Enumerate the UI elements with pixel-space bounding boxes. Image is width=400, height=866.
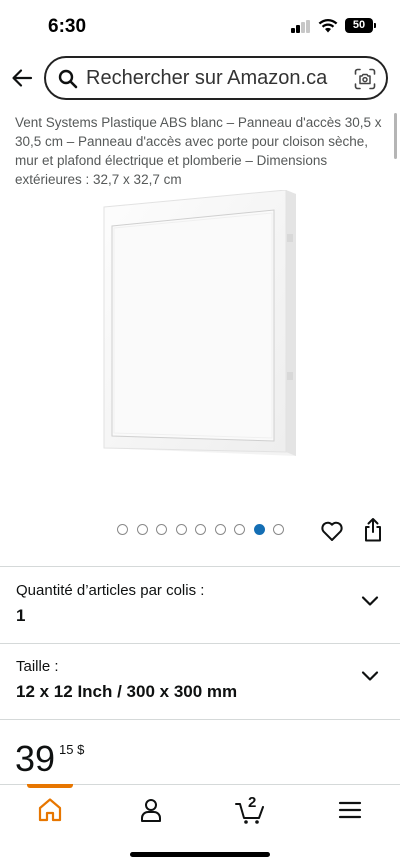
pagination-dot[interactable] bbox=[273, 524, 284, 535]
cart-button[interactable]: 2 bbox=[234, 794, 268, 825]
image-pagination bbox=[117, 524, 284, 536]
pagination-dot[interactable] bbox=[156, 524, 167, 535]
share-icon[interactable] bbox=[362, 517, 384, 543]
divider bbox=[0, 719, 400, 720]
pagination-dot[interactable] bbox=[234, 524, 245, 535]
status-time: 6:30 bbox=[48, 16, 87, 37]
divider bbox=[0, 643, 400, 644]
status-bar: 6:30 50 bbox=[0, 0, 400, 50]
pagination-dot[interactable] bbox=[136, 524, 148, 535]
size-label: Taille : bbox=[16, 658, 59, 675]
product-image[interactable] bbox=[100, 190, 300, 456]
heart-icon[interactable] bbox=[320, 519, 344, 543]
pagination-dot[interactable] bbox=[253, 524, 265, 535]
nav-active-indicator bbox=[27, 784, 73, 788]
chevron-down-icon bbox=[361, 596, 379, 606]
pagination-dot[interactable] bbox=[214, 524, 226, 535]
cart-count: 2 bbox=[248, 794, 257, 811]
product-title[interactable]: Vent Systems Plastique ABS blanc – Panne… bbox=[15, 113, 387, 189]
battery-tip bbox=[374, 23, 376, 28]
quantity-value: 1 bbox=[16, 606, 26, 625]
account-icon[interactable] bbox=[136, 795, 166, 825]
camera-scan-icon[interactable] bbox=[354, 68, 376, 90]
size-value: 12 x 12 Inch / 300 x 300 mm bbox=[16, 682, 238, 701]
back-arrow-icon[interactable] bbox=[10, 66, 34, 90]
wifi-icon bbox=[318, 18, 338, 33]
quantity-label: Quantité d’articles par colis : bbox=[16, 582, 205, 599]
search-placeholder: Rechercher sur Amazon.ca bbox=[86, 67, 328, 89]
cellular-signal-icon bbox=[291, 20, 311, 33]
battery-icon: 50 bbox=[345, 18, 373, 33]
menu-icon[interactable] bbox=[335, 795, 365, 825]
price-whole: 39 bbox=[15, 738, 56, 779]
pagination-dot[interactable] bbox=[195, 524, 206, 535]
home-indicator bbox=[130, 852, 270, 857]
search-icon bbox=[58, 69, 78, 89]
divider bbox=[0, 566, 400, 567]
chevron-down-icon bbox=[361, 671, 379, 681]
price-fraction: 15 $ bbox=[59, 742, 85, 757]
search-header: Rechercher sur Amazon.ca bbox=[0, 52, 400, 104]
pagination-dot[interactable] bbox=[175, 524, 187, 535]
home-icon[interactable] bbox=[35, 795, 65, 825]
battery-level: 50 bbox=[352, 19, 366, 31]
scroll-indicator bbox=[394, 113, 397, 159]
pagination-dot[interactable] bbox=[117, 524, 128, 535]
search-input[interactable]: Rechercher sur Amazon.ca bbox=[44, 56, 388, 100]
